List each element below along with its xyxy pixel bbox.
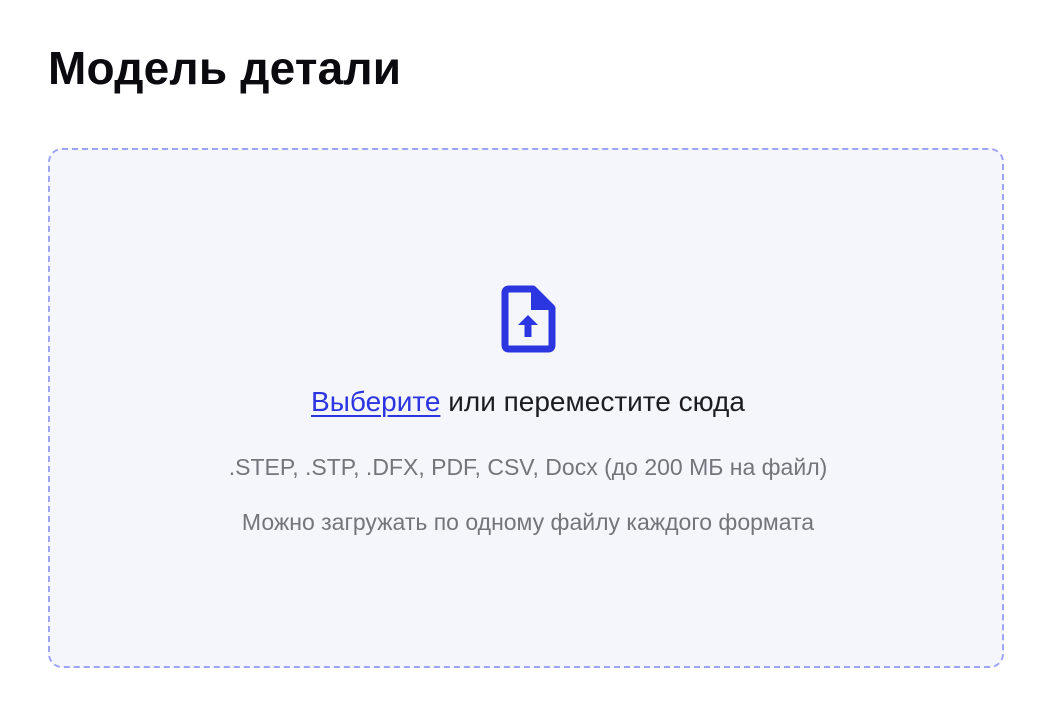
upload-prompt: Выберите или переместите сюда <box>0 380 1056 424</box>
page-title: Модель детали <box>48 42 402 94</box>
allowed-formats-hint: .STEP, .STP, .DFX, PDF, CSV, Docx (до 20… <box>228 454 828 480</box>
upload-prompt-text: или переместите сюда <box>440 386 745 417</box>
upload-limit-hint: Можно загружать по одному файлу каждого … <box>241 509 815 535</box>
choose-file-link[interactable]: Выберите <box>311 386 440 417</box>
page: Модель детали Выберите или переместите с… <box>0 0 1056 720</box>
file-upload-icon <box>501 285 556 353</box>
